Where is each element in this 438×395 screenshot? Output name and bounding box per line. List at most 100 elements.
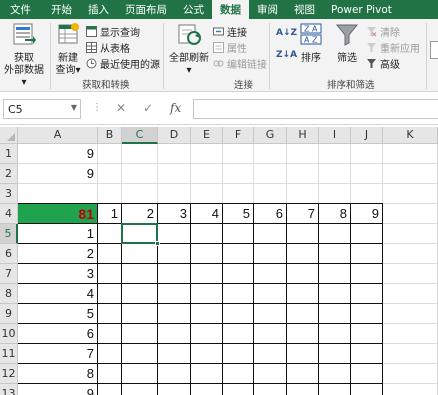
cell-I13[interactable]	[319, 384, 351, 395]
cell-B3[interactable]	[98, 184, 122, 204]
row-header-9[interactable]: 9	[0, 304, 18, 324]
cell-K6[interactable]	[383, 244, 438, 264]
cell-I6[interactable]	[319, 244, 351, 264]
cell-H1[interactable]	[287, 144, 319, 164]
cell-E8[interactable]	[191, 284, 223, 304]
cell-A13[interactable]: 9	[18, 384, 98, 395]
cell-F3[interactable]	[223, 184, 254, 204]
cell-G6[interactable]	[254, 244, 287, 264]
cell-B10[interactable]	[98, 324, 122, 344]
column-header-K[interactable]: K	[383, 127, 438, 144]
tab-8[interactable]: Power Pivot	[323, 0, 400, 19]
cell-G7[interactable]	[254, 264, 287, 284]
column-header-C[interactable]: C	[122, 127, 158, 144]
sort-z-a-button[interactable]: Z↓A	[276, 47, 297, 63]
cell-F10[interactable]	[223, 324, 254, 344]
cell-B4[interactable]: 1	[98, 204, 122, 224]
cell-D5[interactable]	[158, 224, 191, 244]
cell-I5[interactable]	[319, 224, 351, 244]
cell-K1[interactable]	[383, 144, 438, 164]
cell-B7[interactable]	[98, 264, 122, 284]
connections-button[interactable]: 连接	[213, 24, 247, 39]
fill-handle[interactable]	[155, 241, 160, 246]
cell-K10[interactable]	[383, 324, 438, 344]
cell-K3[interactable]	[383, 184, 438, 204]
cell-E11[interactable]	[191, 344, 223, 364]
cell-K7[interactable]	[383, 264, 438, 284]
cell-J2[interactable]	[351, 164, 383, 184]
cell-H10[interactable]	[287, 324, 319, 344]
cell-E3[interactable]	[191, 184, 223, 204]
cell-K11[interactable]	[383, 344, 438, 364]
cell-K5[interactable]	[383, 224, 438, 244]
insert-function-icon[interactable]: fx	[170, 101, 181, 115]
column-header-I[interactable]: I	[319, 127, 351, 144]
cell-J12[interactable]	[351, 364, 383, 384]
cell-E9[interactable]	[191, 304, 223, 324]
cell-K13[interactable]	[383, 384, 438, 395]
cell-J1[interactable]	[351, 144, 383, 164]
cell-E6[interactable]	[191, 244, 223, 264]
enter-icon[interactable]: ✓	[143, 101, 153, 115]
chevron-down-icon[interactable]: ▼	[71, 103, 77, 112]
cell-H12[interactable]	[287, 364, 319, 384]
clear-filter-button[interactable]: 清除	[366, 24, 400, 39]
cell-B9[interactable]	[98, 304, 122, 324]
edit-links-button[interactable]: 编辑链接	[213, 56, 267, 71]
cell-E13[interactable]	[191, 384, 223, 395]
cell-D10[interactable]	[158, 324, 191, 344]
cell-J5[interactable]	[351, 224, 383, 244]
sort-a-z-button[interactable]: A↓Z	[276, 25, 297, 41]
cell-D6[interactable]	[158, 244, 191, 264]
new-query-button[interactable]: 新建 查询▾	[52, 21, 84, 77]
advanced-filter-button[interactable]: 高级	[366, 56, 400, 71]
data-tools-icon[interactable]	[430, 41, 438, 59]
row-header-6[interactable]: 6	[0, 244, 18, 264]
cell-D12[interactable]	[158, 364, 191, 384]
cell-A3[interactable]	[18, 184, 98, 204]
cell-E5[interactable]	[191, 224, 223, 244]
recent-sources-button[interactable]: 最近使用的源	[86, 56, 160, 71]
row-header-5[interactable]: 5	[0, 224, 18, 244]
cell-B2[interactable]	[98, 164, 122, 184]
row-header-1[interactable]: 1	[0, 144, 18, 164]
cell-G12[interactable]	[254, 364, 287, 384]
row-header-11[interactable]: 11	[0, 344, 18, 364]
cell-H11[interactable]	[287, 344, 319, 364]
column-header-H[interactable]: H	[287, 127, 319, 144]
cell-D11[interactable]	[158, 344, 191, 364]
tab-4[interactable]: 公式	[175, 0, 212, 19]
cell-G5[interactable]	[254, 224, 287, 244]
cell-C7[interactable]	[122, 264, 158, 284]
cell-A8[interactable]: 4	[18, 284, 98, 304]
formula-input[interactable]	[193, 99, 438, 119]
cell-F5[interactable]	[223, 224, 254, 244]
cell-B12[interactable]	[98, 364, 122, 384]
cell-E2[interactable]	[191, 164, 223, 184]
cell-D13[interactable]	[158, 384, 191, 395]
cell-G13[interactable]	[254, 384, 287, 395]
cell-B6[interactable]	[98, 244, 122, 264]
cell-D2[interactable]	[158, 164, 191, 184]
cell-A11[interactable]: 7	[18, 344, 98, 364]
cell-C11[interactable]	[122, 344, 158, 364]
cell-C10[interactable]	[122, 324, 158, 344]
cell-B11[interactable]	[98, 344, 122, 364]
cell-C13[interactable]	[122, 384, 158, 395]
filter-button[interactable]: 筛选	[333, 21, 361, 65]
tab-6[interactable]: 审阅	[249, 0, 286, 19]
cell-C5[interactable]	[122, 224, 158, 244]
cell-H7[interactable]	[287, 264, 319, 284]
cell-A1[interactable]: 9	[18, 144, 98, 164]
cell-C8[interactable]	[122, 284, 158, 304]
cell-J11[interactable]	[351, 344, 383, 364]
cell-B13[interactable]	[98, 384, 122, 395]
cell-K2[interactable]	[383, 164, 438, 184]
cell-F13[interactable]	[223, 384, 254, 395]
cell-D4[interactable]: 3	[158, 204, 191, 224]
cell-C12[interactable]	[122, 364, 158, 384]
cell-D3[interactable]	[158, 184, 191, 204]
cell-H9[interactable]	[287, 304, 319, 324]
row-header-8[interactable]: 8	[0, 284, 18, 304]
cell-G1[interactable]	[254, 144, 287, 164]
